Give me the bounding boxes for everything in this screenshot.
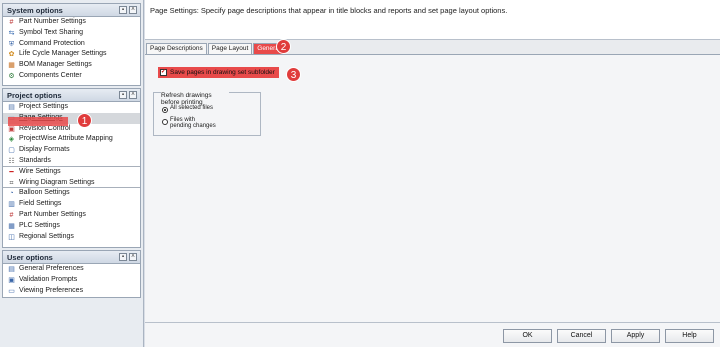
validation-icon: ▣ (8, 276, 15, 284)
help-button[interactable]: Help (665, 329, 714, 343)
bom-icon: ▦ (8, 62, 15, 70)
user-options-header[interactable]: User options ▪ ˄ (3, 251, 140, 264)
revision-icon: ▣ (8, 125, 15, 133)
apply-button[interactable]: Apply (611, 329, 660, 343)
general-tab-panel: ✓ Save pages in drawing set subfolder Re… (145, 55, 720, 322)
chevron-up-icon[interactable]: ˄ (129, 253, 137, 261)
sidebar-item-standards[interactable]: ☷ Standards (3, 156, 140, 167)
wire-icon: ━ (9, 168, 14, 176)
sidebar-item-wiring-diagram-settings[interactable]: ⌗ Wiring Diagram Settings (3, 178, 140, 189)
components-icon: ⚙ (8, 72, 15, 80)
sidebar-item-command-protection[interactable]: ⛨ Command Protection (3, 39, 140, 50)
shield-icon: ⛨ (8, 40, 15, 48)
callout-highlight-page-settings (8, 117, 68, 126)
content-area: Page Descriptions Page Layout General ✓ … (145, 40, 720, 322)
system-options-header[interactable]: System options ▪ ˄ (3, 4, 140, 17)
callout-badge-2: 2 (276, 39, 291, 54)
standards-icon: ☷ (8, 157, 15, 165)
sidebar-item-project-settings[interactable]: ▤ Project Settings (3, 102, 140, 113)
sidebar-item-part-number-settings[interactable]: # Part Number Settings (3, 17, 140, 28)
diagram-icon: ⌗ (9, 179, 14, 187)
collapse-icon[interactable]: ▪ (119, 253, 127, 261)
sidebar-item-viewing-preferences[interactable]: ▭ Viewing Preferences (3, 286, 140, 297)
radio-button-pending-changes[interactable] (162, 119, 168, 125)
project-options-title: Project options (7, 91, 62, 100)
save-subfolder-option[interactable]: ✓ Save pages in drawing set subfolder (158, 67, 279, 78)
sidebar-item-display-formats[interactable]: ▢ Display Formats (3, 145, 140, 156)
sidebar-item-validation-prompts[interactable]: ▣ Validation Prompts (3, 275, 140, 286)
callout-badge-1: 1 (77, 113, 92, 128)
user-options-title: User options (7, 253, 53, 262)
callout-badge-3: 3 (286, 67, 301, 82)
field-icon: ▥ (8, 201, 15, 209)
chevron-up-icon[interactable]: ˄ (129, 91, 137, 99)
collapse-icon[interactable]: ▪ (119, 91, 127, 99)
collapse-icon[interactable]: ▪ (119, 6, 127, 14)
tab-page-layout[interactable]: Page Layout (207, 43, 253, 54)
system-options-section: System options ▪ ˄ # Part Number Settings … (2, 3, 141, 86)
page-description: Page Settings: Specify page descriptions… (150, 6, 508, 15)
preferences-icon: ▤ (8, 266, 15, 273)
sidebar-item-bom-manager[interactable]: ▦ BOM Manager Settings (3, 60, 140, 71)
sidebar-item-balloon-settings[interactable]: ◔ Balloon Settings (3, 188, 140, 199)
save-subfolder-label: Save pages in drawing set subfolder (170, 69, 275, 76)
balloon-icon: ◔ (9, 190, 14, 198)
sidebar-item-field-settings[interactable]: ▥ Field Settings (3, 199, 140, 210)
lifecycle-icon: ✿ (8, 51, 15, 59)
sidebar-item-general-preferences[interactable]: ▤ General Preferences (3, 264, 140, 275)
projectwise-icon: ◈ (8, 136, 15, 144)
radio-pending-changes[interactable]: Files with pending changes (162, 117, 218, 129)
sidebar-item-part-number-settings-project[interactable]: # Part Number Settings (3, 210, 140, 221)
description-bar: Page Settings: Specify page descriptions… (145, 0, 720, 40)
plc-icon: ▦ (8, 222, 15, 230)
radio-button-all-selected[interactable] (162, 107, 168, 113)
tab-page-descriptions[interactable]: Page Descriptions (146, 43, 207, 54)
project-icon: ▤ (8, 104, 15, 111)
display-icon: ▢ (8, 147, 15, 155)
settings-pane: Page Settings: Specify page descriptions… (145, 0, 720, 347)
sidebar-item-plc-settings[interactable]: ▦ PLC Settings (3, 221, 140, 232)
system-options-title: System options (7, 6, 63, 15)
save-subfolder-checkbox[interactable]: ✓ (160, 69, 167, 76)
tab-strip: Page Descriptions Page Layout General (146, 43, 285, 54)
project-options-section: Project options ▪˄ ▤Project Settings ▭Pa… (2, 88, 141, 248)
refresh-group-title: Refresh drawings before printing (161, 92, 229, 106)
radio-all-selected[interactable]: All selected files (162, 105, 218, 113)
ok-button[interactable]: OK (503, 329, 552, 343)
cancel-button[interactable]: Cancel (557, 329, 606, 343)
hash-icon: # (9, 19, 14, 26)
sidebar-item-wire-settings[interactable]: ━ Wire Settings (3, 167, 140, 178)
radio-all-selected-label: All selected files (170, 105, 214, 111)
options-sidebar: System options ▪ ˄ # Part Number Settings … (0, 0, 144, 347)
hash-icon: # (9, 211, 14, 219)
radio-pending-label: Files with pending changes (170, 117, 216, 129)
refresh-drawings-group: Refresh drawings before printing All sel… (153, 92, 261, 136)
regional-icon: ◫ (8, 233, 15, 241)
sidebar-item-regional-settings[interactable]: ◫ Regional Settings (3, 232, 140, 243)
text-share-icon: ⇆ (8, 29, 15, 37)
sidebar-item-life-cycle-manager[interactable]: ✿ Life Cycle Manager Settings (3, 49, 140, 60)
chevron-up-icon[interactable]: ˄ (129, 6, 137, 14)
sidebar-item-components-center[interactable]: ⚙ Components Center (3, 71, 140, 82)
sidebar-item-symbol-text-sharing[interactable]: ⇆ Symbol Text Sharing (3, 28, 140, 39)
dialog-button-bar: OK Cancel Apply Help (145, 322, 720, 347)
viewing-icon: ▭ (8, 287, 15, 295)
user-options-section: User options ▪ ˄ ▤ General Preferences ▣ Va… (2, 250, 141, 298)
project-options-header[interactable]: Project options ▪ ˄ (3, 89, 140, 102)
sidebar-item-projectwise-mapping[interactable]: ◈ ProjectWise Attribute Mapping (3, 134, 140, 145)
